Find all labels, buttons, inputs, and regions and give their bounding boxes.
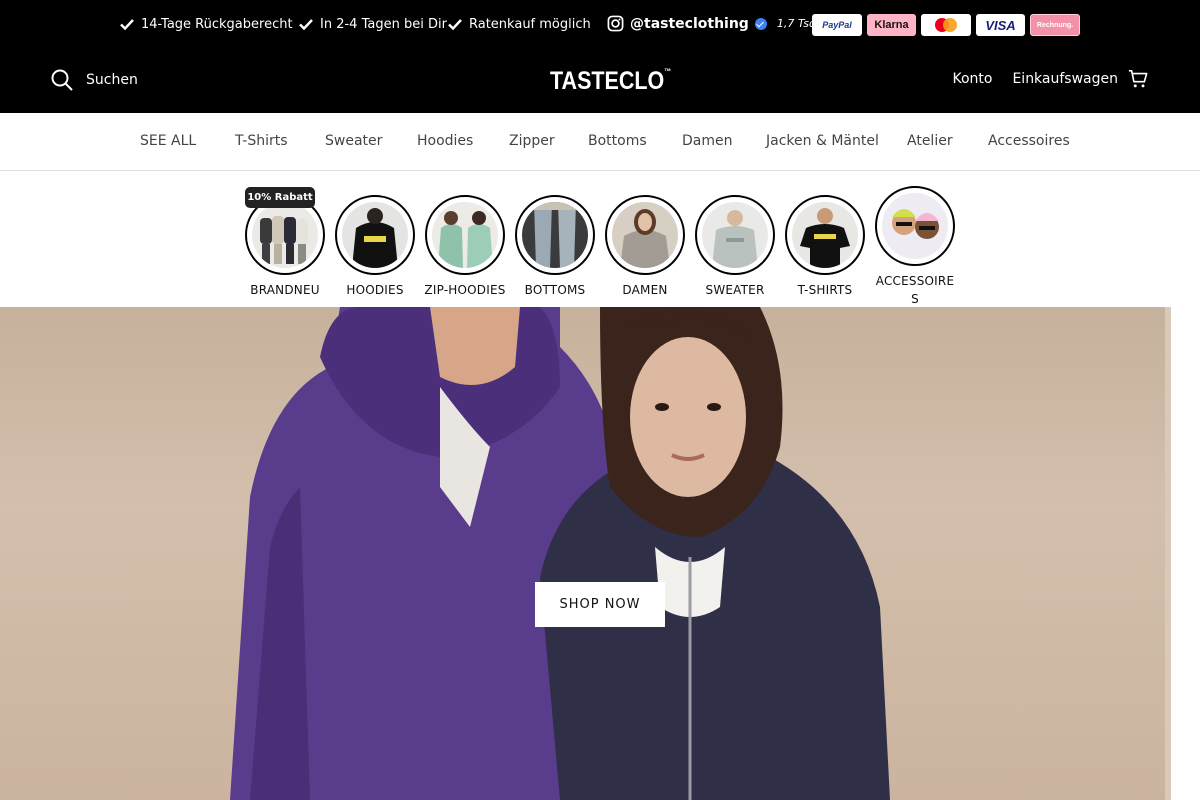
- account-link[interactable]: Konto: [952, 71, 992, 87]
- nav-item-sweater[interactable]: Sweater: [325, 133, 382, 149]
- story-ring: [335, 195, 415, 275]
- story-image: [522, 202, 588, 268]
- invoice-logo: Rechnung.: [1030, 14, 1080, 36]
- nav-item-bottoms[interactable]: Bottoms: [588, 133, 647, 149]
- site-header: Suchen TASTECLO™ Konto Einkaufswagen: [0, 50, 1200, 113]
- verified-badge-icon: [754, 17, 767, 30]
- cart-label: Einkaufswagen: [1012, 71, 1118, 87]
- story-ring: [605, 195, 685, 275]
- nav-item-zipper[interactable]: Zipper: [509, 133, 555, 149]
- story-image: [342, 202, 408, 268]
- story-ring: [695, 195, 775, 275]
- logo-trademark: ™: [664, 67, 672, 76]
- search-button[interactable]: Suchen: [50, 68, 138, 92]
- story-label: BRANDNEU: [250, 283, 320, 297]
- nav-item-hoodies[interactable]: Hoodies: [417, 133, 473, 149]
- nav-item-see-all[interactable]: SEE ALL: [140, 133, 196, 149]
- nav-item-jacken-maentel[interactable]: Jacken & Mäntel: [766, 133, 879, 149]
- nav-item-atelier[interactable]: Atelier: [907, 133, 953, 149]
- story-t-shirts[interactable]: T-SHIRTS: [780, 195, 870, 299]
- checkmark-icon: [299, 19, 313, 31]
- story-brandneu[interactable]: 10% Rabatt BRANDNEU: [240, 187, 330, 299]
- klarna-logo: Klarna: [867, 14, 916, 36]
- instagram-link[interactable]: @tasteclothing 1,7 Tsd.: [607, 15, 819, 32]
- logo-text: TASTECLO: [550, 67, 665, 95]
- story-zip-hoodies[interactable]: ZIP-HOODIES: [420, 195, 510, 299]
- story-image: [792, 202, 858, 268]
- nav-item-accessoires[interactable]: Accessoires: [988, 133, 1070, 149]
- story-label: DAMEN: [622, 283, 668, 297]
- story-image: [432, 202, 498, 268]
- search-label: Suchen: [86, 72, 138, 88]
- paypal-text: PayPal: [822, 20, 852, 30]
- story-image: [882, 193, 948, 259]
- mastercard-icon: [935, 18, 957, 32]
- usp-text: In 2-4 Tagen bei Dir: [320, 16, 447, 32]
- hero-banner[interactable]: SHOP NOW: [0, 307, 1200, 800]
- story-hoodies[interactable]: HOODIES: [330, 195, 420, 299]
- usp-text: 14-Tage Rückgaberecht: [141, 16, 293, 32]
- story-sweater[interactable]: SWEATER: [690, 195, 780, 299]
- story-bottoms[interactable]: BOTTOMS: [510, 195, 600, 299]
- checkmark-icon: [120, 19, 134, 31]
- story-ring: [875, 186, 955, 266]
- usp-installments: Ratenkauf möglich: [447, 16, 591, 32]
- story-ring: [515, 195, 595, 275]
- story-ring: [425, 195, 505, 275]
- story-label: T-SHIRTS: [797, 283, 853, 297]
- usp-returns: 14-Tage Rückgaberecht: [119, 16, 293, 32]
- invoice-text: Rechnung.: [1036, 21, 1074, 29]
- main-navigation: SEE ALL T-Shirts Sweater Hoodies Zipper …: [0, 113, 1200, 171]
- story-damen[interactable]: DAMEN: [600, 195, 690, 299]
- hero-right-edge: [1165, 307, 1200, 800]
- cart-icon: [1128, 70, 1148, 88]
- announcement-bar: 14-Tage Rückgaberecht In 2-4 Tagen bei D…: [0, 0, 1200, 50]
- category-stories: 10% Rabatt BRANDNEU HOODIES ZIP-HOODIES …: [0, 171, 1200, 307]
- hero-image: [230, 307, 890, 800]
- story-image: [702, 202, 768, 268]
- mastercard-logo: [921, 14, 971, 36]
- story-label: BOTTOMS: [524, 283, 586, 297]
- shop-now-button[interactable]: SHOP NOW: [535, 582, 665, 627]
- cart-link[interactable]: Einkaufswagen: [1012, 69, 1148, 89]
- story-label: ACCESSOIRES: [875, 274, 955, 306]
- paypal-logo: PayPal: [812, 14, 862, 36]
- discount-badge: 10% Rabatt: [245, 187, 315, 208]
- story-label: ZIP-HOODIES: [424, 283, 506, 297]
- story-label: SWEATER: [705, 283, 765, 297]
- instagram-icon: [607, 15, 624, 32]
- story-image: [252, 202, 318, 268]
- search-icon: [51, 69, 73, 91]
- header-actions: Konto Einkaufswagen: [952, 69, 1148, 89]
- nav-item-damen[interactable]: Damen: [682, 133, 732, 149]
- instagram-handle: @tasteclothing: [630, 15, 749, 32]
- visa-text: VISA: [985, 17, 1016, 33]
- site-logo[interactable]: TASTECLO™: [550, 67, 671, 96]
- story-label: HOODIES: [346, 283, 404, 297]
- story-image: [612, 202, 678, 268]
- visa-logo: VISA: [976, 14, 1025, 36]
- usp-delivery: In 2-4 Tagen bei Dir: [298, 16, 447, 32]
- usp-text: Ratenkauf möglich: [469, 16, 591, 32]
- story-ring: [785, 195, 865, 275]
- story-accessoires[interactable]: ACCESSOIRES: [870, 186, 960, 308]
- checkmark-icon: [448, 19, 462, 31]
- nav-item-t-shirts[interactable]: T-Shirts: [235, 133, 288, 149]
- klarna-text: Klarna: [874, 19, 909, 31]
